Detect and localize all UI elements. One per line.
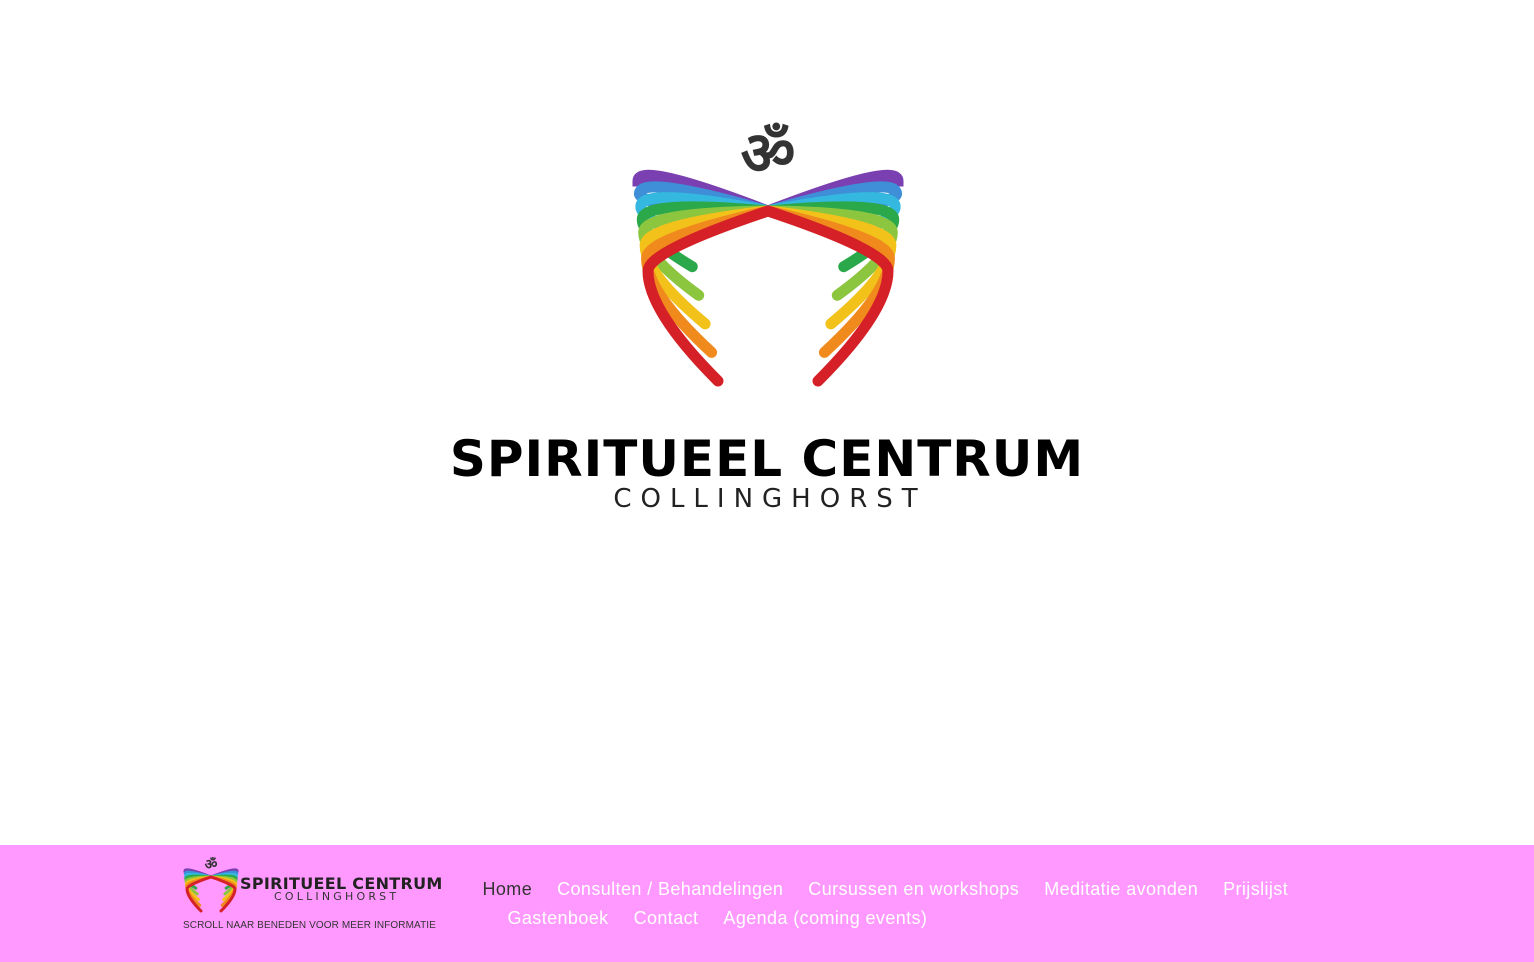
menu-item-meditatie[interactable]: Meditatie avonden xyxy=(1032,879,1211,900)
nav-logo-subtitle[interactable]: COLLINGHORST xyxy=(274,890,399,903)
menu-item-prijslijst[interactable]: Prijslijst xyxy=(1211,879,1301,900)
menu-item-contact[interactable]: Contact xyxy=(621,908,711,929)
hero-section: ॐ SPIRITUEEL CENTRUM COLLINGHORST xyxy=(0,0,1534,845)
scroll-hint: SCROLL NAAR BENEDEN VOOR MEER INFORMATIE xyxy=(183,920,436,931)
menu-item-home[interactable]: Home xyxy=(470,879,545,900)
menu-item-agenda[interactable]: Agenda (coming events) xyxy=(711,908,940,929)
main-menu: Home Consulten / Behandelingen Cursussen… xyxy=(470,875,1370,933)
navbar: ॐ SPIRITUEEL CENTRUM COLLINGHORST SCROLL… xyxy=(0,845,1534,962)
menu-item-consulten[interactable]: Consulten / Behandelingen xyxy=(545,879,796,900)
menu-row-1: Home Consulten / Behandelingen Cursussen… xyxy=(470,875,1370,904)
svg-text:ॐ: ॐ xyxy=(205,856,218,873)
hero-subtitle: COLLINGHORST xyxy=(613,484,927,514)
hero-title: SPIRITUEEL CENTRUM xyxy=(449,430,1085,488)
om-symbol-icon: ॐ xyxy=(741,119,796,189)
om-wings-logo-icon: ॐ xyxy=(632,119,904,387)
menu-item-cursussen[interactable]: Cursussen en workshops xyxy=(796,879,1032,900)
menu-row-2: Gastenboek Contact Agenda (coming events… xyxy=(470,904,1370,933)
menu-item-gastenboek[interactable]: Gastenboek xyxy=(495,908,621,929)
